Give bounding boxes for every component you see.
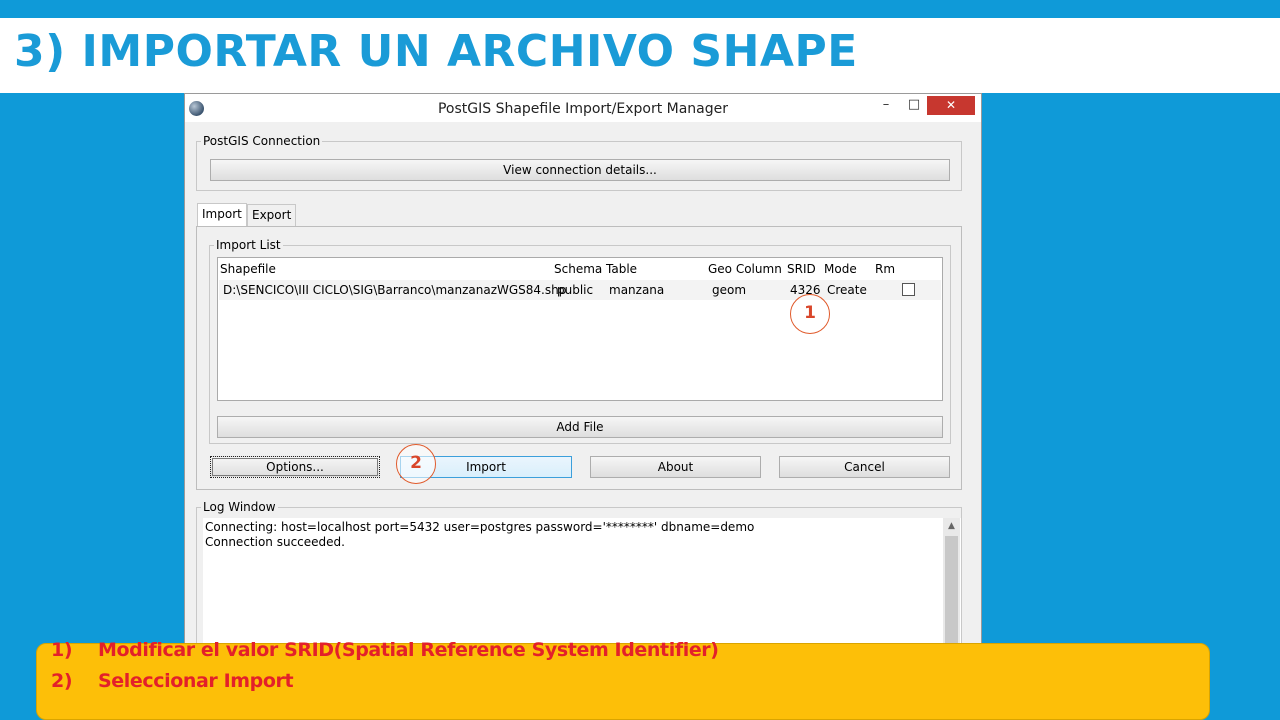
add-file-button[interactable]: Add File <box>217 416 943 438</box>
cancel-button[interactable]: Cancel <box>779 456 950 478</box>
column-header-srid[interactable]: SRID <box>787 262 816 276</box>
app-window: PostGIS Shapefile Import/Export Manager … <box>184 93 982 653</box>
column-header-shapefile[interactable]: Shapefile <box>220 262 276 276</box>
instruction-text: Seleccionar Import <box>98 670 294 692</box>
maximize-button[interactable]: □ <box>901 96 927 115</box>
annotation-marker-1: 1 <box>790 294 830 334</box>
scroll-thumb[interactable] <box>945 536 958 644</box>
log-line: Connecting: host=localhost port=5432 use… <box>205 520 755 534</box>
column-header-rm[interactable]: Rm <box>875 262 895 276</box>
instruction-item: 2) Seleccionar Import <box>51 670 294 692</box>
scroll-up-arrow-icon[interactable]: ▲ <box>943 518 960 535</box>
minimize-button[interactable]: – <box>873 96 899 115</box>
column-header-table[interactable]: Table <box>606 262 637 276</box>
column-header-schema[interactable]: Schema <box>554 262 602 276</box>
log-window-label: Log Window <box>201 500 278 514</box>
cell-geo-column[interactable]: geom <box>712 283 746 297</box>
instruction-item: 1) Modificar el valor SRID(Spatial Refere… <box>51 639 719 661</box>
import-list-table[interactable]: Shapefile Schema Table Geo Column SRID M… <box>217 257 943 401</box>
window-title: PostGIS Shapefile Import/Export Manager <box>437 101 729 117</box>
rm-checkbox[interactable] <box>902 283 915 296</box>
connection-group-label: PostGIS Connection <box>201 134 323 148</box>
options-button[interactable]: Options... <box>210 456 380 478</box>
view-connection-details-button[interactable]: View connection details... <box>210 159 950 181</box>
table-row[interactable]: D:\SENCICO\III CICLO\SIG\Barranco\manzan… <box>219 280 941 300</box>
instruction-number: 2) <box>51 670 73 692</box>
about-button[interactable]: About <box>590 456 761 478</box>
cell-schema[interactable]: public <box>557 283 593 297</box>
import-list-label: Import List <box>214 238 283 252</box>
cell-table[interactable]: manzana <box>609 283 664 297</box>
instructions-box: 1) Modificar el valor SRID(Spatial Refere… <box>36 639 1210 720</box>
cell-mode[interactable]: Create <box>827 283 867 297</box>
column-header-mode[interactable]: Mode <box>824 262 857 276</box>
column-header-geo-column[interactable]: Geo Column <box>708 262 782 276</box>
log-textarea[interactable]: Connecting: host=localhost port=5432 use… <box>203 518 961 648</box>
cell-shapefile[interactable]: D:\SENCICO\III CICLO\SIG\Barranco\manzan… <box>223 283 566 297</box>
instruction-number: 1) <box>51 639 73 661</box>
close-button[interactable]: ✕ <box>927 96 975 115</box>
slide-title: 3) IMPORTAR UN ARCHIVO SHAPE <box>14 26 858 77</box>
window-titlebar: PostGIS Shapefile Import/Export Manager … <box>185 94 981 122</box>
log-line: Connection succeeded. <box>205 535 345 549</box>
instruction-text: Modificar el valor SRID(Spatial Referenc… <box>98 639 719 661</box>
tab-export[interactable]: Export <box>247 204 297 226</box>
tab-import[interactable]: Import <box>197 203 247 227</box>
connection-group: PostGIS Connection View connection detai… <box>196 134 962 191</box>
log-scrollbar[interactable]: ▲ <box>943 518 960 648</box>
annotation-marker-2: 2 <box>396 444 436 484</box>
